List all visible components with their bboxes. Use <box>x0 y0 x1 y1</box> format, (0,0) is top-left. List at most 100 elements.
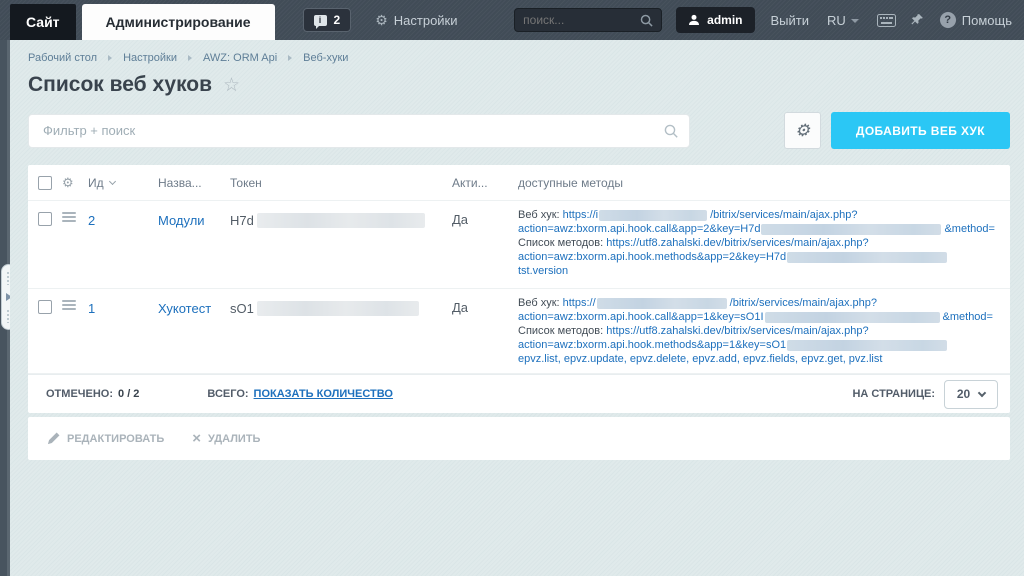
token-value: H7d <box>230 213 254 228</box>
methods-list-label: Список методов: <box>518 237 606 249</box>
pencil-icon <box>47 432 60 445</box>
row-name-link[interactable]: Модули <box>158 213 205 228</box>
language-dropdown[interactable]: RU <box>827 13 859 28</box>
sort-desc-icon <box>109 178 116 185</box>
column-header-name[interactable]: Назва... <box>158 176 230 190</box>
per-page-label: НА СТРАНИЦЕ: <box>852 388 935 400</box>
method-name-link[interactable]: epvz.list, epvz.update, epvz.delete, epv… <box>518 353 882 365</box>
help-button[interactable]: ? Помощь <box>940 12 1012 28</box>
webhook-url-link[interactable]: https://i <box>563 209 598 221</box>
help-icon: ? <box>940 12 956 28</box>
row-id-link[interactable]: 2 <box>88 213 95 228</box>
table-row: 2 Модули H7d Да Веб хук: https://i/bitri… <box>28 201 1010 289</box>
notification-bubble-icon: i <box>314 15 327 26</box>
methods-url-link[interactable]: action=awz:bxorm.api.hook.methods&app=1&… <box>518 339 786 351</box>
logout-label: Выйти <box>771 13 810 28</box>
search-icon <box>640 14 653 27</box>
methods-cell: Веб хук: https:// /bitrix/services/main/a… <box>518 296 1010 366</box>
table-row: 1 Хукотест sO1 Да Веб хук: https:// /bitr… <box>28 289 1010 374</box>
pin-icon[interactable] <box>910 13 924 27</box>
edit-button[interactable]: РЕДАКТИРОВАТЬ <box>47 432 164 445</box>
row-menu-icon[interactable] <box>62 300 76 310</box>
active-value: Да <box>452 212 518 227</box>
row-checkbox[interactable] <box>38 300 52 314</box>
key-redacted-blur <box>765 312 940 323</box>
webhook-url-link[interactable]: /bitrix/services/main/ajax.php? <box>710 209 857 221</box>
methods-url-link[interactable]: https://utf8.zahalski.dev/bitrix/service… <box>606 237 868 249</box>
methods-cell: Веб хук: https://i/bitrix/services/main/… <box>518 208 1010 278</box>
user-icon <box>688 14 700 26</box>
language-label: RU <box>827 13 846 28</box>
tab-site[interactable]: Сайт <box>10 4 76 40</box>
webhook-url-link[interactable]: &method= <box>943 311 993 323</box>
chevron-down-icon <box>978 388 986 396</box>
select-all-checkbox[interactable] <box>38 176 52 190</box>
breadcrumb-webhooks[interactable]: Веб-хуки <box>303 52 348 64</box>
topbar-settings-button[interactable]: ⚙ Настройки <box>375 12 457 29</box>
settings-label: Настройки <box>394 13 458 28</box>
notifications-badge[interactable]: i 2 <box>303 8 352 32</box>
topbar-search-input[interactable] <box>523 13 640 27</box>
table-footer: ОТМЕЧЕНО: 0 / 2 ВСЕГО: ПОКАЗАТЬ КОЛИЧЕСТ… <box>28 374 1010 413</box>
help-label: Помощь <box>962 13 1012 28</box>
methods-list-label: Список методов: <box>518 325 606 337</box>
column-header-methods[interactable]: доступные методы <box>518 176 1010 190</box>
grid-settings-button[interactable]: ⚙ <box>784 112 821 149</box>
column-header-id[interactable]: Ид <box>88 176 158 190</box>
gear-icon[interactable]: ⚙ <box>62 175 74 191</box>
key-redacted-blur <box>787 340 947 351</box>
breadcrumb-separator-icon <box>288 55 292 61</box>
page-title: Список веб хуков <box>28 73 212 97</box>
breadcrumb-settings[interactable]: Настройки <box>123 52 177 64</box>
show-count-link[interactable]: ПОКАЗАТЬ КОЛИЧЕСТВО <box>254 388 393 400</box>
breadcrumb-desktop[interactable]: Рабочий стол <box>28 52 97 64</box>
token-redacted-blur <box>257 301 419 316</box>
hotkeys-icon[interactable] <box>877 14 896 27</box>
key-redacted-blur <box>761 224 941 235</box>
webhook-url-link[interactable]: action=awz:bxorm.api.hook.call&app=2&key… <box>518 223 760 235</box>
delete-button[interactable]: × УДАЛИТЬ <box>192 431 260 446</box>
filter-search-input[interactable] <box>28 114 690 148</box>
webhook-label: Веб хук: <box>518 297 563 309</box>
user-menu-button[interactable]: admin <box>676 7 754 33</box>
methods-url-link[interactable]: action=awz:bxorm.api.hook.methods&app=2&… <box>518 251 786 263</box>
webhook-url-link[interactable]: https:// <box>563 297 596 309</box>
webhook-url-link[interactable]: action=awz:bxorm.api.hook.call&app=1&key… <box>518 311 764 323</box>
main-content: Рабочий стол Настройки AWZ: ORM Api Веб-… <box>10 40 1024 576</box>
methods-url-link[interactable]: https://utf8.zahalski.dev/bitrix/service… <box>606 325 868 337</box>
token-value: sO1 <box>230 301 254 316</box>
tab-administration[interactable]: Администрирование <box>82 4 275 40</box>
marked-label: ОТМЕЧЕНО: <box>46 388 113 400</box>
webhooks-table: ⚙ Ид Назва... Токен Акти... доступные ме… <box>28 165 1010 413</box>
table-header-row: ⚙ Ид Назва... Токен Акти... доступные ме… <box>28 165 1010 201</box>
top-bar: Сайт Администрирование i 2 ⚙ Настройки a… <box>0 0 1024 40</box>
user-label: admin <box>707 13 742 27</box>
add-webhook-button[interactable]: ДОБАВИТЬ ВЕБ ХУК <box>831 112 1010 149</box>
row-name-link[interactable]: Хукотест <box>158 301 211 316</box>
row-checkbox[interactable] <box>38 212 52 226</box>
chevron-down-icon <box>851 19 859 23</box>
method-name-link[interactable]: tst.version <box>518 265 568 277</box>
row-menu-icon[interactable] <box>62 212 76 222</box>
logout-link[interactable]: Выйти <box>771 13 810 28</box>
key-redacted-blur <box>787 252 947 263</box>
url-redacted-blur <box>599 210 707 221</box>
column-header-active[interactable]: Акти... <box>452 176 518 190</box>
per-page-select[interactable]: 20 <box>944 380 998 409</box>
gear-icon: ⚙ <box>375 12 388 29</box>
gear-icon: ⚙ <box>795 121 810 141</box>
webhook-url-link[interactable]: &method= <box>944 223 994 235</box>
url-redacted-blur <box>597 298 727 309</box>
breadcrumb-awz-orm-api[interactable]: AWZ: ORM Api <box>203 52 277 64</box>
topbar-search <box>514 8 662 32</box>
token-redacted-blur <box>257 213 425 228</box>
column-header-token[interactable]: Токен <box>230 176 452 190</box>
per-page-value: 20 <box>957 387 970 401</box>
favorite-star-icon[interactable]: ☆ <box>223 76 240 95</box>
row-id-link[interactable]: 1 <box>88 301 95 316</box>
breadcrumb-separator-icon <box>188 55 192 61</box>
active-value: Да <box>452 300 518 315</box>
webhook-label: Веб хук: <box>518 209 563 221</box>
webhook-url-link[interactable]: /bitrix/services/main/ajax.php? <box>730 297 877 309</box>
filter-search-box <box>28 114 690 148</box>
